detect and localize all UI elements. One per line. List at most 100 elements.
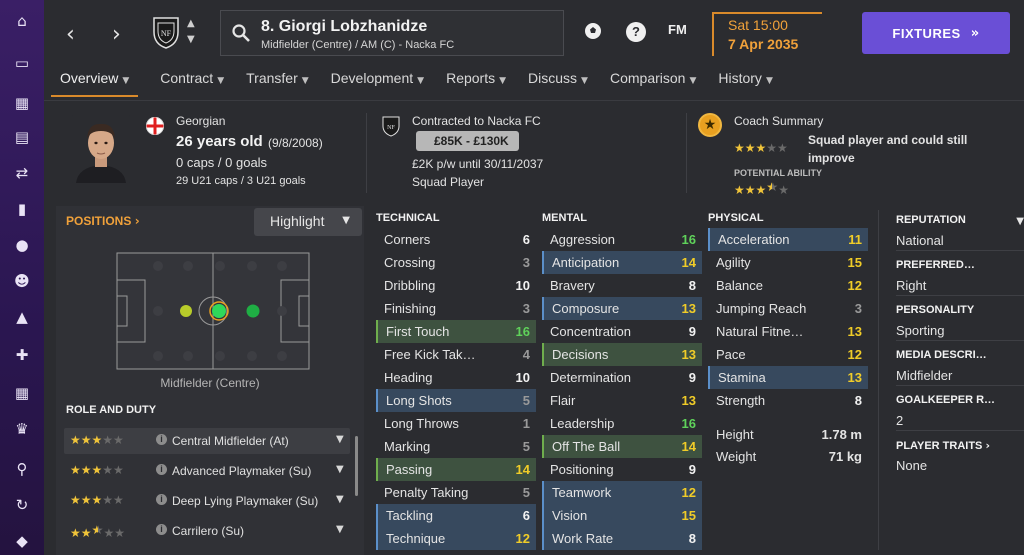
attribute-row[interactable]: Natural Fitne… 13 [708, 320, 868, 343]
medical-icon[interactable]: ✚ [11, 344, 33, 366]
chevron-down-icon[interactable]: ▼ [336, 524, 344, 535]
chevron-down-icon: ▼ [765, 76, 773, 86]
attribute-row[interactable]: Composure 13 [542, 297, 702, 320]
tab-development[interactable]: Development ▼ [331, 70, 424, 97]
attribute-row[interactable]: Bravery 8 [542, 274, 702, 297]
scouting-icon[interactable]: ● [11, 234, 33, 256]
fm-menu-button[interactable]: FM [668, 22, 687, 37]
attribute-row[interactable]: Long Throws 1 [376, 412, 536, 435]
home-icon[interactable]: ⌂ [11, 10, 33, 32]
transfers-icon[interactable]: ⇄ [11, 162, 33, 184]
inbox-icon[interactable]: ▭ [11, 52, 33, 74]
chevron-down-icon[interactable]: ▼ [336, 494, 344, 505]
previous-player-icon[interactable]: ▲ [187, 18, 195, 29]
info-icon[interactable]: i [156, 434, 167, 445]
attribute-row[interactable]: Passing 14 [376, 458, 536, 481]
tab-history[interactable]: History ▼ [718, 70, 772, 97]
role-scrollbar[interactable] [355, 436, 358, 496]
attribute-row[interactable]: Penalty Taking 5 [376, 481, 536, 504]
tab-contract[interactable]: Contract ▼ [160, 70, 224, 97]
squad-icon[interactable]: ▦ [11, 92, 33, 114]
tab-discuss[interactable]: Discuss ▼ [528, 70, 588, 97]
attribute-row[interactable]: Strength 8 [708, 389, 868, 412]
training-icon[interactable]: ▮ [11, 198, 33, 220]
attribute-value: 13 [681, 393, 696, 408]
role-row[interactable]: ★★★★★ i Deep Lying Playmaker (Su) ▼ [64, 488, 350, 514]
date-display[interactable]: Sat 15:00 7 Apr 2035 [712, 12, 822, 56]
attribute-row[interactable]: Vision 15 [542, 504, 702, 527]
staff-icon[interactable]: ☻ [11, 270, 33, 292]
tactics-icon[interactable]: ▤ [11, 126, 33, 148]
attribute-row[interactable]: Free Kick Tak… 4 [376, 343, 536, 366]
attribute-row[interactable]: Aggression 16 [542, 228, 702, 251]
tab-overview[interactable]: Overview ▼ [51, 70, 139, 97]
attribute-row[interactable]: Corners 6 [376, 228, 536, 251]
chevron-down-icon[interactable]: ▼ [336, 464, 344, 475]
positions-link[interactable]: POSITIONS › [66, 214, 140, 228]
attribute-row[interactable]: Crossing 3 [376, 251, 536, 274]
role-stars: ★★★★★ [70, 433, 124, 447]
info-icon[interactable]: i [156, 524, 167, 535]
dynamics-icon[interactable]: ▲ [11, 306, 33, 328]
attribute-row[interactable]: Heading 10 [376, 366, 536, 389]
club-crest-icon[interactable]: NF [148, 14, 184, 50]
attribute-name: Strength [716, 393, 766, 408]
tab-transfer[interactable]: Transfer ▼ [246, 70, 309, 97]
attribute-row[interactable]: Determination 9 [542, 366, 702, 389]
role-name: Advanced Playmaker (Su) [172, 464, 312, 478]
info-icon[interactable]: i [156, 464, 167, 475]
search-icon[interactable]: ⚲ [11, 458, 33, 480]
chevron-down-icon[interactable]: ▼ [336, 434, 344, 445]
attribute-row[interactable]: Concentration 9 [542, 320, 702, 343]
club-icon[interactable]: ◆ [11, 530, 33, 552]
tab-comparison[interactable]: Comparison ▼ [610, 70, 696, 97]
chevron-down-icon: ▼ [581, 76, 588, 86]
forward-arrow-icon[interactable]: › [112, 22, 121, 47]
attribute-row[interactable]: Jumping Reach 3 [708, 297, 868, 320]
attribute-row[interactable]: First Touch 16 [376, 320, 536, 343]
role-row[interactable]: ★★★★★ i Central Midfielder (At) ▼ [64, 428, 350, 454]
attribute-row[interactable]: Anticipation 14 [542, 251, 702, 274]
player-search-box[interactable]: 8. Giorgi Lobzhanidze Midfielder (Centre… [220, 10, 564, 56]
attribute-row[interactable]: Long Shots 5 [376, 389, 536, 412]
attribute-row[interactable]: Work Rate 8 [542, 527, 702, 550]
chevron-down-icon[interactable]: ▼ [1016, 216, 1024, 227]
attribute-row[interactable]: Tackling 6 [376, 504, 536, 527]
schedule-icon[interactable]: ▦ [11, 382, 33, 404]
transfer-value-badge[interactable]: £85K - £130K [416, 131, 519, 151]
positions-panel: POSITIONS › Highlight ▼ Midfielder (Cent… [56, 206, 364, 555]
attribute-row[interactable]: Pace 12 [708, 343, 868, 366]
attribute-row[interactable]: Leadership 16 [542, 412, 702, 435]
ball-icon[interactable] [584, 22, 602, 40]
highlight-dropdown[interactable]: Highlight ▼ [254, 208, 362, 236]
attribute-row[interactable]: Decisions 13 [542, 343, 702, 366]
u21-caps: 29 U21 caps / 3 U21 goals [176, 175, 306, 187]
avatar [72, 115, 130, 183]
help-icon[interactable]: ? [626, 22, 646, 42]
attribute-row[interactable]: Agility 15 [708, 251, 868, 274]
info-icon[interactable]: i [156, 494, 167, 505]
attribute-row[interactable]: Marking 5 [376, 435, 536, 458]
attribute-row[interactable]: Positioning 9 [542, 458, 702, 481]
player-traits-link[interactable]: PLAYER TRAITS › [896, 439, 1024, 455]
role-row[interactable]: ★★★★★★ i Carrilero (Su) ▼ [64, 518, 350, 544]
attribute-row[interactable]: Technique 12 [376, 527, 536, 550]
tab-label: Discuss [528, 70, 578, 86]
tab-reports[interactable]: Reports ▼ [446, 70, 506, 97]
next-player-icon[interactable]: ▼ [187, 34, 195, 45]
fixtures-button[interactable]: FIXTURES » [862, 12, 1010, 54]
attribute-name: Work Rate [552, 531, 614, 546]
back-arrow-icon[interactable]: ‹ [66, 22, 75, 47]
attribute-row[interactable]: Balance 12 [708, 274, 868, 297]
attribute-row[interactable]: Teamwork 12 [542, 481, 702, 504]
role-row[interactable]: ★★★★★ i Advanced Playmaker (Su) ▼ [64, 458, 350, 484]
attribute-row[interactable]: Finishing 3 [376, 297, 536, 320]
attribute-row[interactable]: Acceleration 11 [708, 228, 868, 251]
refresh-icon[interactable]: ↻ [11, 494, 33, 516]
date-of-birth: (9/8/2008) [268, 136, 323, 150]
attribute-row[interactable]: Off The Ball 14 [542, 435, 702, 458]
competitions-icon[interactable]: ♛ [11, 418, 33, 440]
attribute-row[interactable]: Dribbling 10 [376, 274, 536, 297]
attribute-row[interactable]: Flair 13 [542, 389, 702, 412]
attribute-row[interactable]: Stamina 13 [708, 366, 868, 389]
